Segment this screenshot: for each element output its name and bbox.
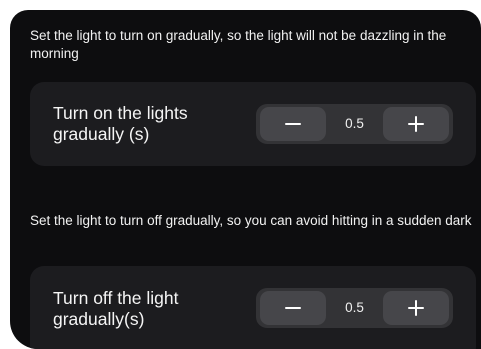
plus-icon xyxy=(408,116,424,132)
fade-off-increment-button[interactable] xyxy=(383,291,449,325)
fade-on-label: Turn on the lights gradually (s) xyxy=(53,103,188,144)
light-fade-settings-screen: Set the light to turn on gradually, so t… xyxy=(10,10,481,349)
fade-off-card: Turn off the light gradually(s) 0.5 xyxy=(30,266,476,349)
minus-icon xyxy=(285,307,301,309)
fade-off-label: Turn off the light gradually(s) xyxy=(53,288,179,329)
fade-on-value: 0.5 xyxy=(345,116,364,131)
fade-on-stepper: 0.5 xyxy=(256,104,453,144)
minus-icon xyxy=(285,123,301,125)
fade-off-decrement-button[interactable] xyxy=(260,291,326,325)
fade-on-decrement-button[interactable] xyxy=(260,107,326,141)
fade-on-card: Turn on the lights gradually (s) 0.5 xyxy=(30,82,476,166)
fade-off-description: Set the light to turn off gradually, so … xyxy=(30,213,472,228)
fade-off-value: 0.5 xyxy=(345,300,364,315)
fade-on-description: Set the light to turn on gradually, so t… xyxy=(30,28,447,61)
fade-on-increment-button[interactable] xyxy=(383,107,449,141)
fade-off-stepper: 0.5 xyxy=(256,288,453,328)
plus-icon xyxy=(408,300,424,316)
